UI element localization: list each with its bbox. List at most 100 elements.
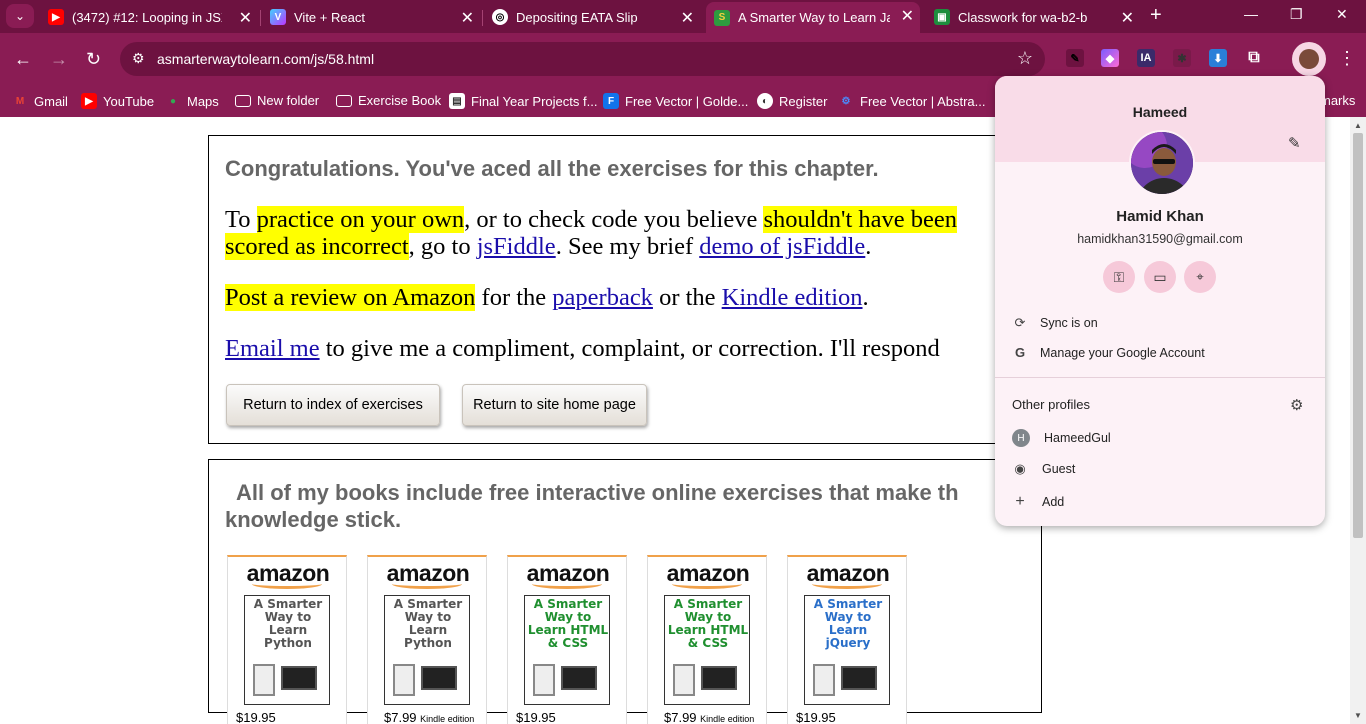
restore-button[interactable]: ❐	[1290, 6, 1303, 23]
email-paragraph: Email me to give me a compliment, compla…	[225, 335, 940, 362]
scroll-up-icon[interactable]: ▲	[1354, 121, 1362, 130]
laptop-icon	[701, 666, 737, 690]
price-value: $7.99	[384, 710, 417, 724]
tablet-icon	[393, 664, 415, 696]
gradient-extension-icon[interactable]: ◆	[1101, 49, 1119, 67]
add-profile-row[interactable]: + Add	[1012, 493, 1064, 511]
sync-status-row[interactable]: ⟳ Sync is on	[1012, 315, 1098, 331]
puzzle-extension-icon[interactable]: ✱	[1173, 49, 1191, 67]
bookmark-youtube[interactable]: ▶ YouTube	[81, 93, 154, 109]
manage-account-label: Manage your Google Account	[1040, 345, 1205, 360]
manage-profiles-gear-icon[interactable]: ⚙	[1290, 396, 1303, 414]
book-title: A Smarter Way to Learn Python	[393, 597, 463, 650]
close-icon[interactable]: ✕	[239, 8, 252, 28]
book-htmlcss-paperback[interactable]: amazon A Smarter Way to Learn HTML & CSS…	[507, 555, 627, 724]
close-window-button[interactable]: ✕	[1336, 6, 1348, 23]
bookmark-label: New folder	[257, 93, 320, 108]
book-price: $7.99 Kindle edition	[664, 710, 754, 724]
book-price: $7.99 Kindle edition	[384, 710, 474, 724]
kindle-link[interactable]: Kindle edition	[722, 284, 863, 311]
address-bar[interactable]: ⚙ asmarterwaytolearn.com/js/58.html ☆	[120, 42, 1045, 76]
close-icon[interactable]: ✕	[461, 8, 474, 28]
new-tab-button[interactable]: +	[1150, 4, 1162, 27]
scroll-down-icon[interactable]: ▼	[1354, 711, 1362, 720]
bookmark-free-vector-golden[interactable]: F Free Vector | Golde...	[603, 93, 748, 109]
folder-icon	[235, 94, 251, 107]
bookmark-maps[interactable]: ● Maps	[165, 93, 219, 109]
tablet-icon	[533, 664, 555, 696]
url-text[interactable]: asmarterwaytolearn.com/js/58.html	[157, 51, 374, 67]
tab-smarter-way[interactable]: S A Smarter Way to Learn Java ✕	[706, 2, 920, 33]
tab-eata-slip[interactable]: ◎ Depositing EATA Slip ✕	[484, 4, 700, 30]
highlight: shouldn't have been	[763, 206, 958, 233]
tab-vite[interactable]: V Vite + React ✕	[262, 4, 480, 30]
book-cover: A Smarter Way to Learn Python	[244, 595, 330, 705]
highlight: scored as incorrect	[225, 233, 409, 260]
passwords-button[interactable]: ⚿	[1103, 261, 1135, 293]
bookmark-register[interactable]: ◐ Register	[757, 93, 827, 109]
reload-button[interactable]: ↻	[86, 49, 101, 70]
books-heading-line1: All of my books include free interactive…	[236, 480, 959, 505]
minimize-button[interactable]: —	[1244, 6, 1258, 22]
profile-button[interactable]	[1292, 42, 1326, 76]
tab-search-button[interactable]: ⌄	[6, 4, 34, 28]
close-icon[interactable]: ✕	[1121, 8, 1134, 28]
tab-youtube[interactable]: ▶ (3472) #12: Looping in JSX: M ✕	[40, 4, 258, 30]
close-icon[interactable]: ✕	[901, 6, 914, 26]
site-settings-icon[interactable]: ⚙	[132, 50, 145, 67]
tab-title: Depositing EATA Slip	[516, 9, 638, 25]
text: , go to	[408, 233, 477, 260]
return-to-index-button[interactable]: Return to index of exercises	[226, 384, 440, 426]
return-to-home-button[interactable]: Return to site home page	[462, 384, 647, 426]
profile-item-guest[interactable]: ◉ Guest	[1012, 461, 1075, 477]
jsfiddle-link[interactable]: jsFiddle	[477, 233, 556, 260]
book-python-kindle[interactable]: amazon A Smarter Way to Learn Python $7.…	[367, 555, 487, 724]
all-bookmarks[interactable]: marks	[1320, 93, 1355, 108]
jsfiddle-demo-link[interactable]: demo of jsFiddle	[699, 233, 865, 260]
scrollbar-thumb[interactable]	[1353, 133, 1363, 538]
bookmark-gmail[interactable]: M Gmail	[12, 93, 68, 109]
extensions-icon[interactable]: ⧉	[1245, 49, 1263, 67]
text: . See my brief	[555, 233, 700, 260]
page-scrollbar[interactable]: ▲ ▼	[1350, 117, 1366, 724]
review-paragraph: Post a review on Amazon for the paperbac…	[225, 284, 869, 311]
account-email: hamidkhan31590@gmail.com	[1077, 232, 1243, 246]
book-htmlcss-kindle[interactable]: amazon A Smarter Way to Learn HTML & CSS…	[647, 555, 767, 724]
ia-extension-icon[interactable]: IA	[1137, 49, 1155, 67]
email-link[interactable]: Email me	[225, 335, 320, 362]
congrats-heading: Congratulations. You've aced all the exe…	[225, 156, 879, 181]
bookmark-final-year[interactable]: ▤ Final Year Projects f...	[449, 93, 597, 109]
pen-extension-icon[interactable]: ✎	[1066, 49, 1084, 67]
back-button[interactable]: ←	[14, 49, 32, 70]
divider	[995, 377, 1325, 378]
bookmark-new-folder[interactable]: New folder	[235, 93, 319, 108]
tablet-icon	[253, 664, 275, 696]
profile-item-hameedgul[interactable]: H HameedGul	[1012, 429, 1111, 447]
more-menu-icon[interactable]: ⋮	[1338, 48, 1356, 69]
bookmark-free-vector-abstract[interactable]: ⚙ Free Vector | Abstra...	[838, 93, 986, 109]
book-python-paperback[interactable]: amazon A Smarter Way to Learn Python $19…	[227, 555, 347, 724]
forward-button[interactable]: →	[50, 49, 68, 70]
manage-account-row[interactable]: G Manage your Google Account	[1012, 345, 1205, 360]
bookmark-exercise-book[interactable]: Exercise Book	[336, 93, 441, 108]
sync-icon: ⟳	[1014, 315, 1026, 330]
edit-pencil-icon[interactable]: ✎	[1288, 134, 1301, 152]
laptop-icon	[841, 666, 877, 690]
paperback-link[interactable]: paperback	[552, 284, 653, 311]
chevron-down-icon: ⌄	[14, 9, 26, 23]
tab-classwork[interactable]: ▣ Classwork for wa-b2-b ✕	[926, 4, 1140, 30]
addresses-button[interactable]: ⌖	[1184, 261, 1216, 293]
laptop-icon	[561, 666, 597, 690]
bookmark-label: Final Year Projects f...	[471, 93, 598, 109]
payment-methods-button[interactable]: ▭	[1144, 261, 1176, 293]
text: to give me a compliment, complaint, or c…	[319, 335, 940, 362]
bookmark-star-icon[interactable]: ☆	[1017, 48, 1033, 69]
book-price: $19.95	[236, 710, 276, 724]
close-icon[interactable]: ✕	[681, 8, 694, 28]
tablet-icon	[813, 664, 835, 696]
book-jquery-paperback[interactable]: amazon A Smarter Way to Learn jQuery $19…	[787, 555, 907, 724]
book-title: A Smarter Way to Learn jQuery	[813, 597, 883, 650]
guest-user-icon: ◉	[1014, 461, 1026, 476]
tab-title: (3472) #12: Looping in JSX: M	[72, 9, 222, 25]
download-extension-icon[interactable]: ⬇	[1209, 49, 1227, 67]
